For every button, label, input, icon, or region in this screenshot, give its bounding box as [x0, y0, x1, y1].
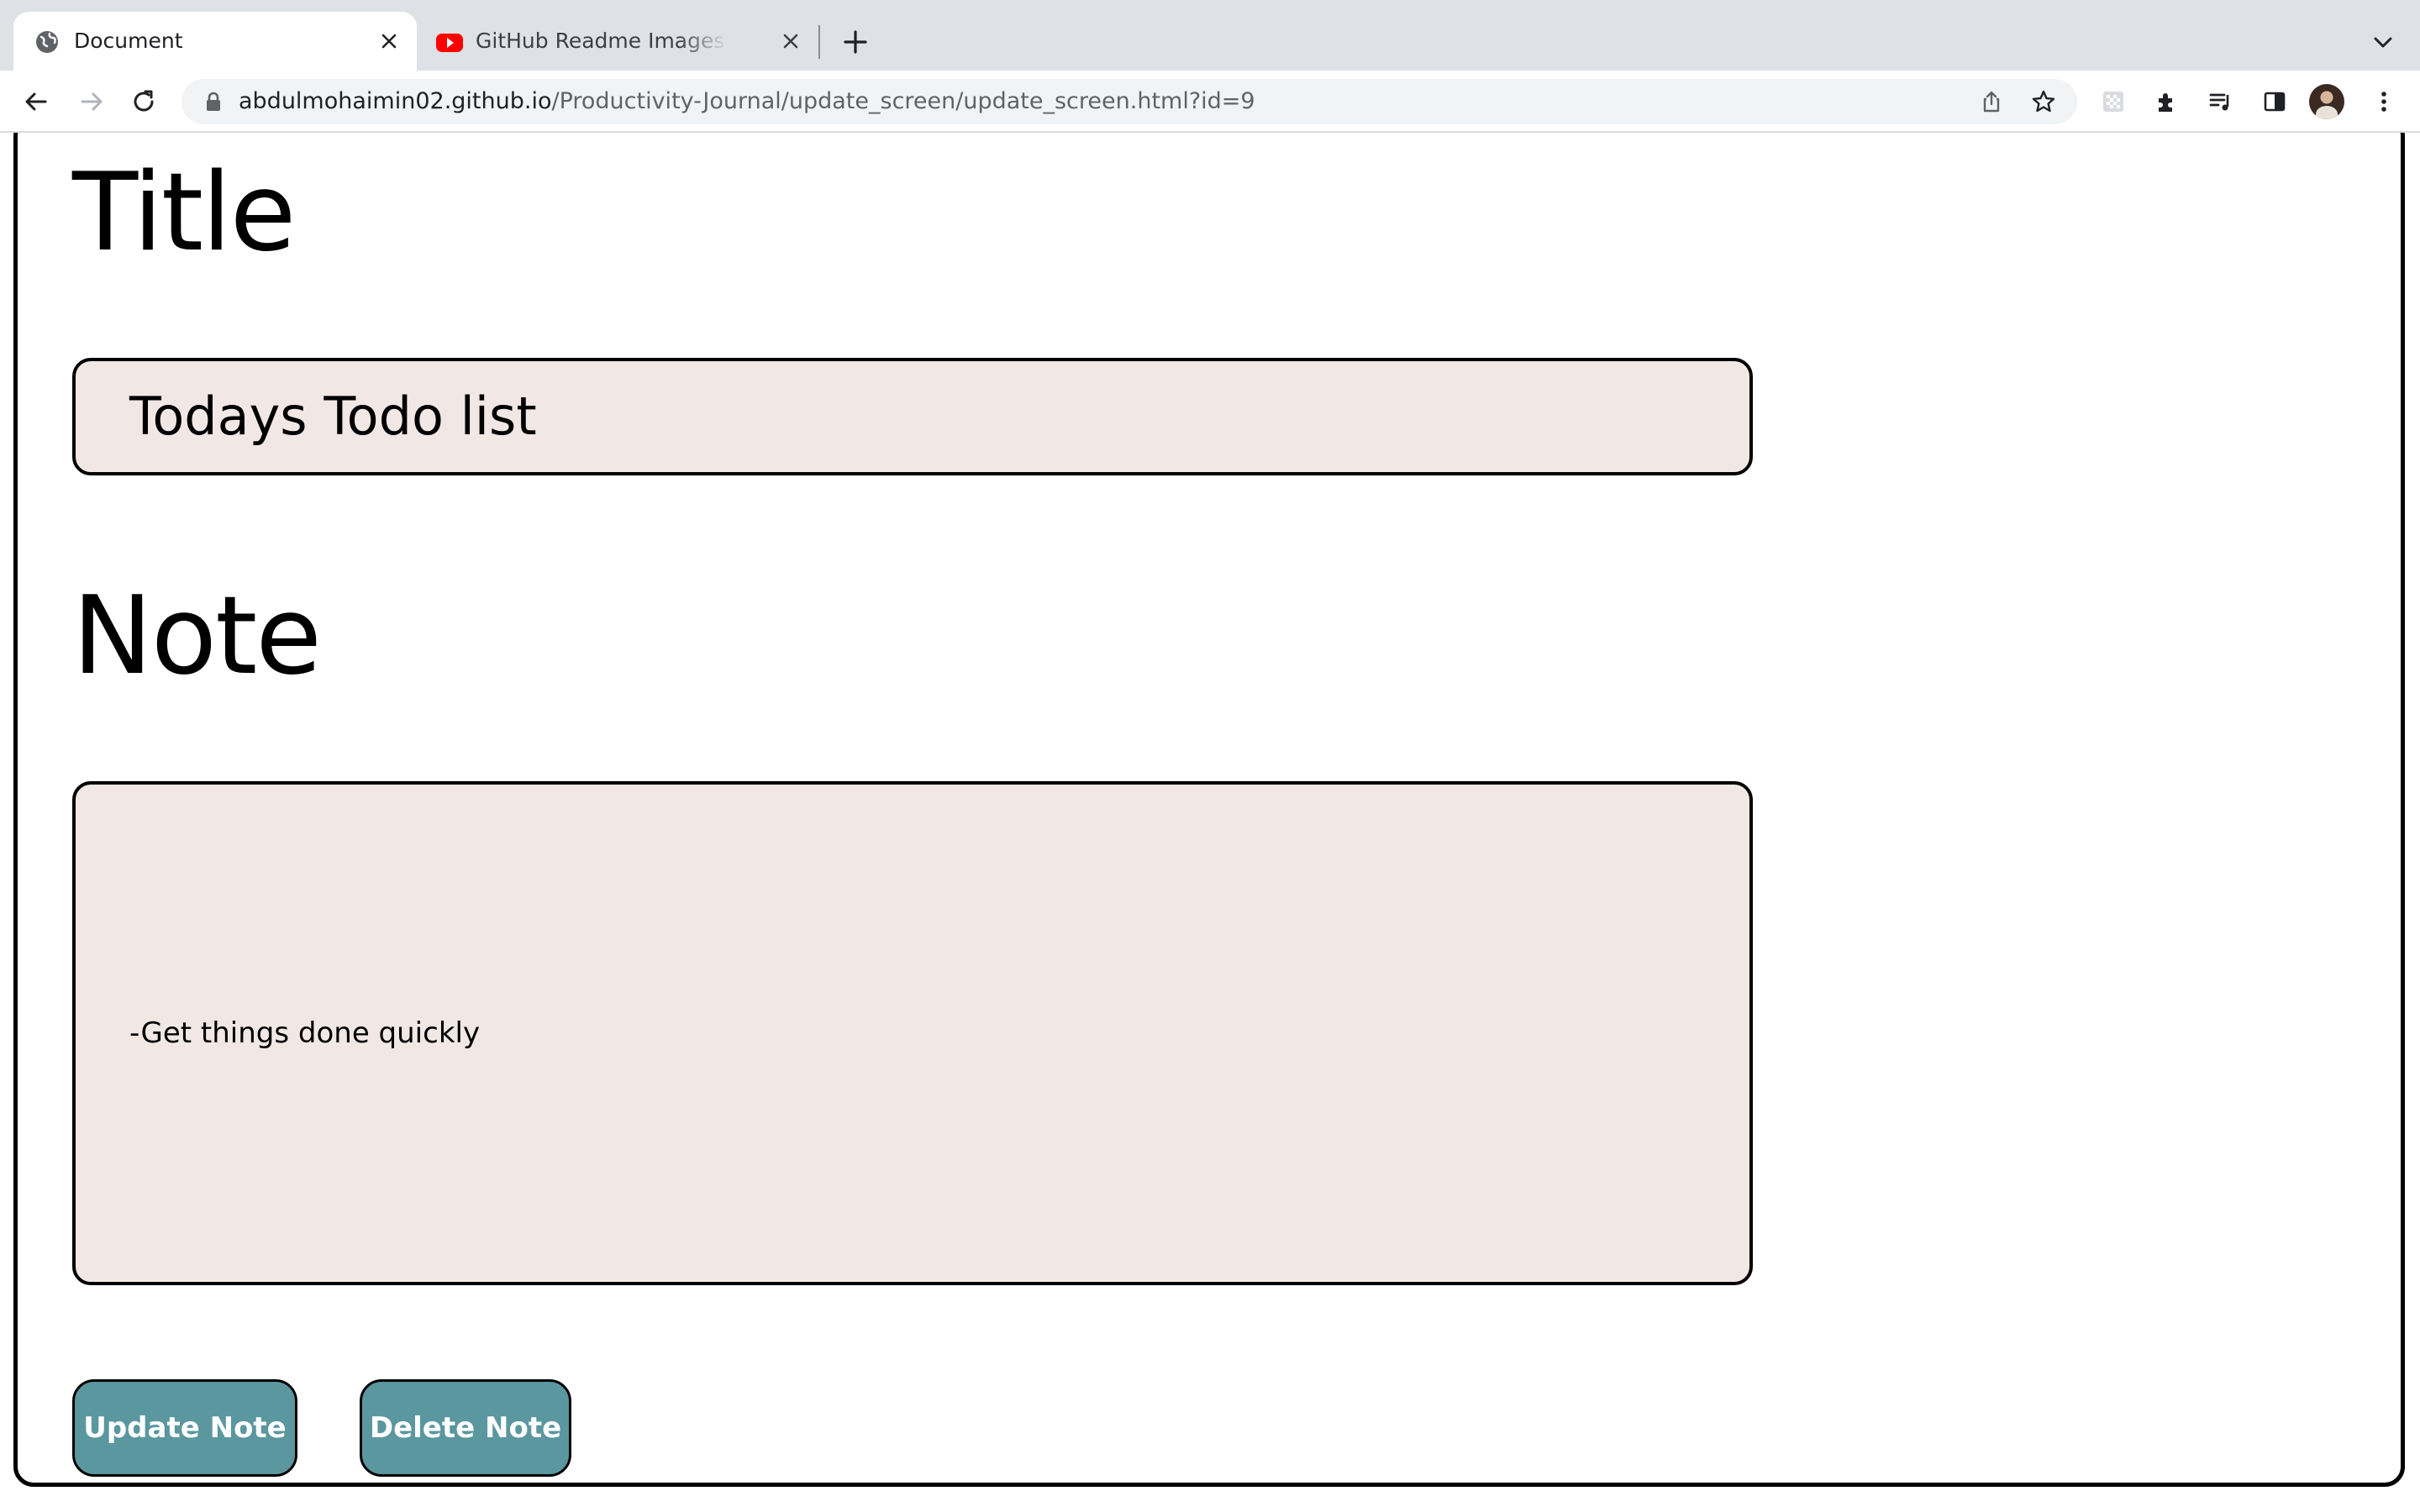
url-host: abdulmohaimin02.github.io	[239, 88, 552, 114]
lock-icon[interactable]	[202, 90, 225, 113]
profile-avatar[interactable]	[2309, 84, 2344, 119]
close-tab-icon[interactable]	[375, 27, 403, 55]
title-heading: Title	[72, 150, 296, 276]
close-tab-icon[interactable]	[776, 27, 805, 55]
tab-title: Document	[74, 29, 183, 53]
update-note-button[interactable]: Update Note	[72, 1379, 297, 1477]
extension-grid-icon[interactable]	[2094, 82, 2133, 121]
note-textarea[interactable]: -Get things done quickly	[72, 781, 1753, 1285]
side-panel-icon[interactable]	[2255, 82, 2294, 121]
bookmark-star-icon[interactable]	[2028, 87, 2059, 117]
tab-title: GitHub Readme Images Tutorial	[476, 29, 728, 53]
back-arrow-icon[interactable]	[17, 82, 55, 121]
note-text: -Get things done quickly	[129, 1016, 481, 1050]
tab-document[interactable]: Document	[13, 12, 417, 71]
youtube-icon	[435, 29, 463, 55]
globe-icon	[34, 29, 60, 55]
browser-toolbar: abdulmohaimin02.github.io/Productivity-J…	[0, 71, 2420, 133]
media-queue-icon[interactable]	[2202, 82, 2240, 121]
chevron-down-icon[interactable]	[2366, 25, 2400, 59]
title-input[interactable]: Todays Todo list	[72, 358, 1753, 475]
tab-separator	[818, 25, 820, 59]
address-bar[interactable]: abdulmohaimin02.github.io/Productivity-J…	[182, 79, 2077, 124]
new-tab-icon[interactable]	[839, 25, 872, 59]
share-icon[interactable]	[1976, 87, 2007, 117]
delete-note-button[interactable]: Delete Note	[360, 1379, 571, 1477]
tab-github-readme-tutorial[interactable]: GitHub Readme Images Tutorial	[420, 12, 815, 71]
puzzle-extensions-icon[interactable]	[2148, 82, 2186, 121]
url-text: abdulmohaimin02.github.io/Productivity-J…	[239, 79, 1255, 124]
reload-icon[interactable]	[124, 82, 163, 121]
forward-arrow-icon[interactable]	[72, 82, 111, 121]
browser-tab-bar: Document GitHub Readme Images Tutorial	[0, 0, 2420, 71]
page-viewport: Title Todays Todo list Note -Get things …	[0, 133, 2420, 1512]
url-path: /Productivity-Journal/update_screen/upda…	[551, 88, 1255, 114]
more-vert-icon[interactable]	[2365, 82, 2403, 121]
note-heading: Note	[72, 574, 322, 699]
